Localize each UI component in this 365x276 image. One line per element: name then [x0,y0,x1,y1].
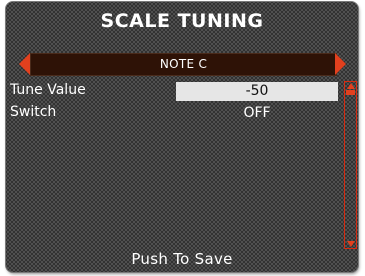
next-note-arrow-icon[interactable] [335,53,346,75]
push-to-save-hint: Push To Save [131,250,233,268]
note-selector[interactable]: NOTE C [30,53,337,76]
page-title: SCALE TUNING [100,10,264,32]
scroll-up-arrow-icon[interactable] [347,83,355,89]
note-selector-label: NOTE C [159,57,208,71]
switch-label: Switch [10,104,57,120]
previous-note-arrow-icon[interactable] [19,53,30,75]
scroll-down-arrow-icon[interactable] [347,241,355,247]
scrollbar[interactable] [344,81,357,249]
tune-value-label: Tune Value [10,82,86,98]
tune-value-field[interactable]: -50 [176,82,338,101]
scroll-thumb[interactable] [346,90,355,95]
switch-value-field[interactable]: OFF [176,104,338,123]
lcd-screen: SCALE TUNING NOTE C Tune Value -50 Switc… [6,2,358,272]
